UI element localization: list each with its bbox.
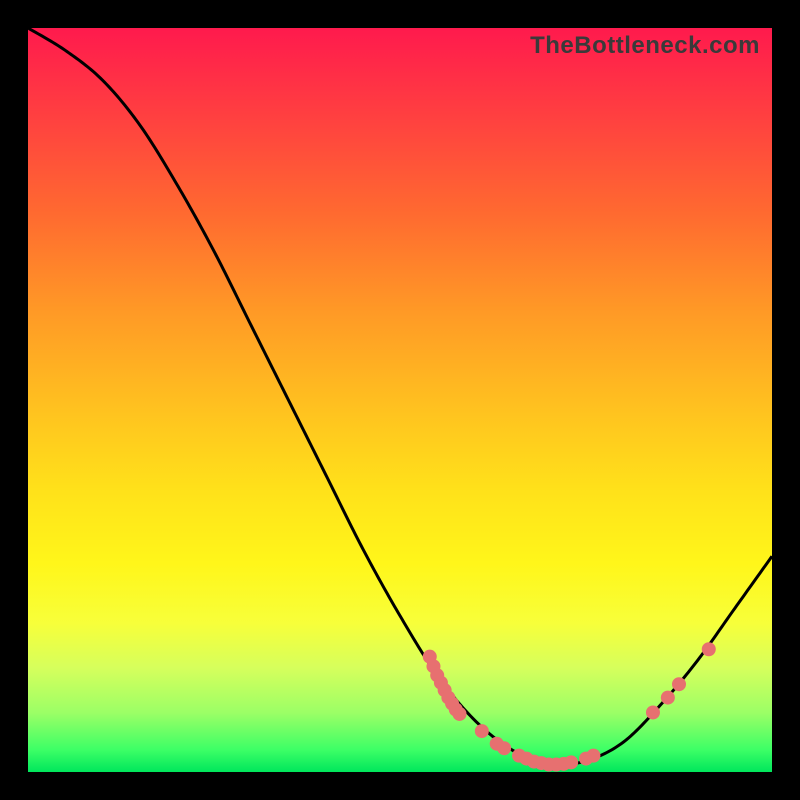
chart-svg	[28, 28, 772, 772]
curve-marker	[586, 749, 600, 763]
curve-marker	[646, 705, 660, 719]
curve-marker	[475, 724, 489, 738]
curve-marker	[497, 741, 511, 755]
curve-marker	[661, 691, 675, 705]
curve-line	[28, 28, 772, 765]
curve-marker	[672, 677, 686, 691]
chart-area: TheBottleneck.com	[28, 28, 772, 772]
curve-marker	[702, 642, 716, 656]
curve-marker	[564, 755, 578, 769]
curve-markers	[423, 642, 716, 771]
curve-marker	[453, 707, 467, 721]
